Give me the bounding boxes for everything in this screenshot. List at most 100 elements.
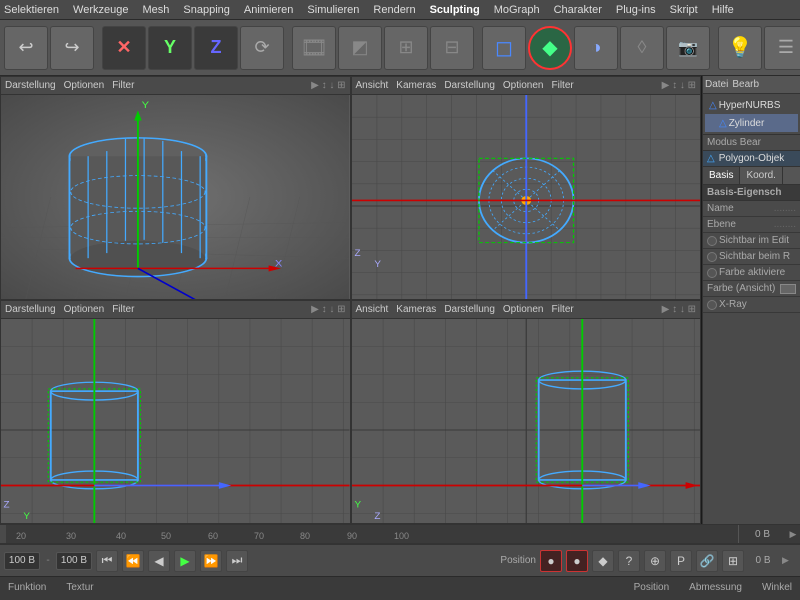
viewport-top[interactable]: Ansicht Kameras Darstellung Optionen Fil… bbox=[351, 76, 702, 300]
menu-plugins[interactable]: Plug-ins bbox=[616, 4, 656, 16]
status-position: Position bbox=[634, 582, 670, 593]
vp-kameras4[interactable]: Kameras bbox=[396, 304, 436, 315]
menu-charakter[interactable]: Charakter bbox=[554, 4, 602, 16]
vp-ansicht4[interactable]: Ansicht bbox=[356, 304, 389, 315]
scene-item-zylinder[interactable]: △ Zylinder bbox=[705, 114, 798, 132]
vp-darstelling1[interactable]: Darstellung bbox=[5, 80, 56, 91]
record-button[interactable]: ● bbox=[540, 550, 562, 572]
scene-item-hypernurbs[interactable]: △ HyperNURBS bbox=[705, 96, 798, 114]
prop-farbe-aktiv-check[interactable] bbox=[707, 268, 717, 278]
viewport-top-header: Ansicht Kameras Darstellung Optionen Fil… bbox=[352, 77, 701, 95]
status-textur: Textur bbox=[66, 582, 93, 593]
start-frame-input[interactable] bbox=[4, 552, 40, 570]
tab-koord[interactable]: Koord. bbox=[740, 167, 782, 184]
prop-name-row: Name ........ bbox=[703, 201, 800, 217]
anim-key-button[interactable]: ⊞ bbox=[384, 26, 428, 70]
frame-separator: - bbox=[44, 555, 52, 566]
keyframe-button[interactable]: ◆ bbox=[592, 550, 614, 572]
menu-bar: Selektieren Werkzeuge Mesh Snapping Anim… bbox=[0, 0, 800, 20]
prop-xray-row: X-Ray bbox=[703, 297, 800, 313]
prop-sichtbar-edit-row: Sichtbar im Edit bbox=[703, 233, 800, 249]
menu-selektieren[interactable]: Selektieren bbox=[4, 4, 59, 16]
vp-filter1[interactable]: Filter bbox=[112, 80, 134, 91]
timeline-mark-30: 30 bbox=[66, 531, 76, 541]
farbe-color-swatch[interactable] bbox=[780, 284, 796, 294]
timeline-ruler[interactable]: 20 30 40 50 60 70 80 90 100 bbox=[6, 525, 738, 543]
timeline[interactable]: 20 30 40 50 60 70 80 90 100 0 B ▶ bbox=[0, 524, 800, 544]
menu-snapping[interactable]: Snapping bbox=[183, 4, 230, 16]
goto-start-button[interactable]: ⏮ bbox=[96, 550, 118, 572]
help-button[interactable]: ? bbox=[618, 550, 640, 572]
vp-optionen3[interactable]: Optionen bbox=[64, 304, 105, 315]
prop-name-dots: ........ bbox=[774, 203, 796, 214]
x-axis-button[interactable]: ✕ bbox=[102, 26, 146, 70]
prev-frame-button[interactable]: ⏪ bbox=[122, 550, 144, 572]
anim-filmstrip-button[interactable]: 🎞 bbox=[292, 26, 336, 70]
extras-button2[interactable]: 🔗 bbox=[696, 550, 718, 572]
z-axis-button[interactable]: Z bbox=[194, 26, 238, 70]
y-axis-button[interactable]: Y bbox=[148, 26, 192, 70]
vp-opt4[interactable]: Optionen bbox=[503, 304, 544, 315]
sculpt-active-button[interactable]: ◆ bbox=[528, 26, 572, 70]
prop-xray-check[interactable] bbox=[707, 300, 717, 310]
vp-darst2[interactable]: Darstellung bbox=[444, 80, 495, 91]
prop-sichtbar-edit-check[interactable] bbox=[707, 236, 717, 246]
light-button[interactable]: 💡 bbox=[718, 26, 762, 70]
extras-button1[interactable]: P bbox=[670, 550, 692, 572]
redo-button[interactable]: ↪ bbox=[50, 26, 94, 70]
timeline-mark-100: 100 bbox=[394, 531, 409, 541]
right-panel: Datei Bearb △ HyperNURBS △ Zylinder Modu… bbox=[702, 76, 800, 524]
right-panel-datei[interactable]: Datei bbox=[705, 79, 728, 90]
prop-name-label: Name bbox=[707, 203, 772, 214]
extrude-button[interactable]: ◑ bbox=[574, 26, 618, 70]
status-winkel: Winkel bbox=[762, 582, 792, 593]
menu-mograph[interactable]: MoGraph bbox=[494, 4, 540, 16]
menu-werkzeuge[interactable]: Werkzeuge bbox=[73, 4, 128, 16]
undo-button[interactable]: ↩ bbox=[4, 26, 48, 70]
timeline-scroll-right[interactable]: ▶ bbox=[786, 525, 800, 543]
goto-end-button[interactable]: ⏭ bbox=[226, 550, 248, 572]
record-auto-button[interactable]: ● bbox=[566, 550, 588, 572]
vp-ansicht2[interactable]: Ansicht bbox=[356, 80, 389, 91]
viewport-front[interactable]: Ansicht Kameras Darstellung Optionen Fil… bbox=[351, 300, 702, 524]
menu-skript[interactable]: Skript bbox=[670, 4, 698, 16]
vp-darst4[interactable]: Darstellung bbox=[444, 304, 495, 315]
play-button[interactable]: ▶ bbox=[174, 550, 196, 572]
camera-button[interactable]: 📷 bbox=[666, 26, 710, 70]
play-reverse-button[interactable]: ◀ bbox=[148, 550, 170, 572]
prop-sichtbar-render-check[interactable] bbox=[707, 252, 717, 262]
end-frame-input[interactable] bbox=[56, 552, 92, 570]
cube-button[interactable]: ◻ bbox=[482, 26, 526, 70]
viewport-left[interactable]: Darstellung Optionen Filter ▶ ↕ ↓ ⊞ bbox=[0, 300, 351, 524]
menu-rendern[interactable]: Rendern bbox=[373, 4, 415, 16]
extras-button3[interactable]: ⊞ bbox=[722, 550, 744, 572]
menu-simulieren[interactable]: Simulieren bbox=[307, 4, 359, 16]
viewport-perspective[interactable]: Darstellung Optionen Filter ▶ ↕ ↓ ⊞ bbox=[0, 76, 351, 300]
right-panel-bearb[interactable]: Bearb bbox=[732, 79, 759, 90]
timeline-mark-40: 40 bbox=[116, 531, 126, 541]
vp-kameras2[interactable]: Kameras bbox=[396, 80, 436, 91]
zylinder-icon: △ bbox=[719, 118, 727, 129]
anim-keyframe-button[interactable]: ◩ bbox=[338, 26, 382, 70]
polygon-obj-icon: △ bbox=[707, 153, 715, 164]
next-frame-button[interactable]: ⏩ bbox=[200, 550, 222, 572]
menu-hilfe[interactable]: Hilfe bbox=[712, 4, 734, 16]
tab-basis[interactable]: Basis bbox=[703, 167, 740, 184]
vp-filter3[interactable]: Filter bbox=[112, 304, 134, 315]
snap-button[interactable]: ⊕ bbox=[644, 550, 666, 572]
anim-extra-button[interactable]: ⊟ bbox=[430, 26, 474, 70]
deform-button[interactable]: ◊ bbox=[620, 26, 664, 70]
vp-optionen1[interactable]: Optionen bbox=[64, 80, 105, 91]
position-label: Position bbox=[500, 555, 536, 566]
vp-opt2[interactable]: Optionen bbox=[503, 80, 544, 91]
menu-animieren[interactable]: Animieren bbox=[244, 4, 294, 16]
object-button[interactable]: ☰ bbox=[764, 26, 800, 70]
vp-filter2[interactable]: Filter bbox=[552, 80, 574, 91]
vp-filter4[interactable]: Filter bbox=[552, 304, 574, 315]
rotate-button[interactable]: ⟳ bbox=[240, 26, 284, 70]
prop-farbe-ansicht-label: Farbe (Ansicht) bbox=[707, 283, 778, 294]
vp-darstelling3[interactable]: Darstellung bbox=[5, 304, 56, 315]
menu-sculpting[interactable]: Sculpting bbox=[430, 4, 480, 16]
scroll-indicator[interactable]: ▶ bbox=[782, 555, 796, 566]
menu-mesh[interactable]: Mesh bbox=[142, 4, 169, 16]
